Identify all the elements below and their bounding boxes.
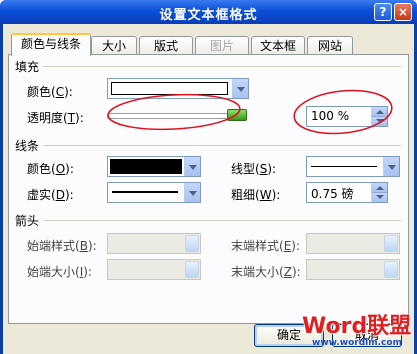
watermark-url: www.wordlm.com (312, 338, 402, 348)
tab-colors-lines[interactable]: 颜色与线条 (11, 33, 91, 56)
annotation-circle-value (293, 89, 393, 135)
annotation-circle-slider (107, 93, 241, 131)
watermark-brand: Word联盟 (302, 314, 412, 339)
